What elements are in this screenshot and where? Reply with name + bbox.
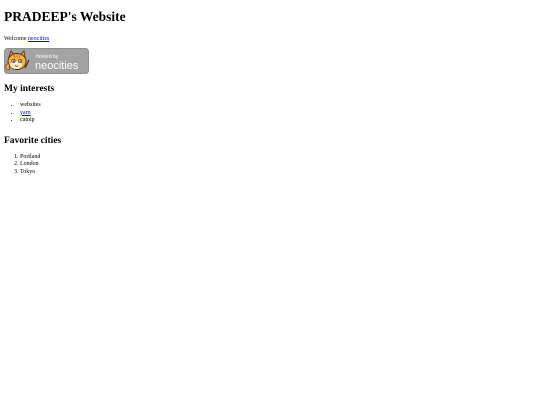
- interest-item-yarn: yarn: [20, 110, 534, 118]
- interest-item-catnip: catnip: [20, 117, 534, 125]
- city-item-london: London: [20, 161, 534, 169]
- yarn-link[interactable]: yarn: [20, 110, 31, 116]
- cities-list: Portland London Tokyo: [4, 154, 534, 177]
- page-content: PRADEEP's Website Welcome neocities host…: [4, 0, 534, 177]
- hosted-by-neocities-badge[interactable]: hosted by neocities: [4, 48, 89, 74]
- badge-neocities-text: neocities: [35, 60, 79, 72]
- interest-item-websites: websites: [20, 102, 534, 110]
- welcome-line: Welcome neocities: [4, 35, 534, 43]
- neocities-badge-graphic: hosted by neocities: [4, 48, 89, 74]
- city-item-portland: Portland: [20, 154, 534, 162]
- page-title: PRADEEP's Website: [4, 9, 126, 24]
- neocities-link[interactable]: neocities: [28, 36, 49, 42]
- interest-label: websites: [20, 102, 41, 108]
- interests-heading: My interests: [4, 84, 55, 94]
- interest-label: catnip: [20, 117, 35, 124]
- cities-heading: Favorite cities: [4, 135, 62, 146]
- welcome-text: Welcome: [4, 36, 29, 42]
- city-item-tokyo: Tokyo: [20, 169, 534, 177]
- interests-list: websites yarn catnip: [4, 102, 534, 125]
